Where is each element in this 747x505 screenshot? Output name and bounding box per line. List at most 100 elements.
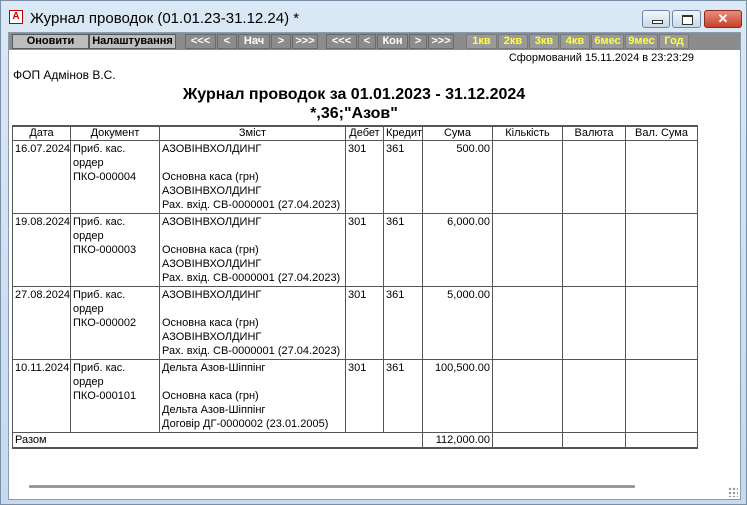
cell-date: 10.11.2024	[12, 359, 71, 433]
content-blank-line	[162, 156, 343, 170]
cell-content: Дельта Азов-Шіппінг Основна каса (грн) Д…	[159, 359, 346, 433]
period-q4-button[interactable]: 4кв	[560, 34, 590, 49]
table-row[interactable]: 19.08.2024 Приб. кас. ордер ПКО-000003 А…	[12, 213, 698, 287]
window-title: Журнал проводок (01.01.23-31.12.24) *	[30, 10, 300, 27]
minimize-button[interactable]	[642, 10, 670, 28]
settings-button[interactable]: Налаштування	[89, 34, 176, 49]
cell-date: 19.08.2024	[12, 213, 71, 287]
col-header-currency-amount[interactable]: Вал. Сума	[625, 125, 698, 141]
period-q2-button[interactable]: 2кв	[498, 34, 528, 49]
cell-document: Приб. кас. ордер ПКО-000101	[70, 359, 160, 433]
title-bar[interactable]: A Журнал проводок (01.01.23-31.12.24) * …	[1, 1, 746, 31]
nav2-next-button[interactable]: >	[409, 34, 427, 49]
cell-currency-amount	[625, 359, 698, 433]
cell-quantity	[492, 286, 563, 360]
nav2-end-button[interactable]: Кон	[377, 34, 408, 49]
period-year-button[interactable]: Год	[659, 34, 689, 49]
content-line: Основна каса (грн)	[162, 316, 259, 329]
nav-first-button[interactable]: <<<	[185, 34, 216, 49]
cell-currency	[562, 140, 626, 214]
cell-date: 27.08.2024	[12, 286, 71, 360]
doc-line: ордер	[73, 229, 104, 242]
table-row[interactable]: 10.11.2024 Приб. кас. ордер ПКО-000101 Д…	[12, 359, 698, 433]
cell-document: Приб. кас. ордер ПКО-000003	[70, 213, 160, 287]
app-icon[interactable]: A	[9, 10, 23, 24]
col-header-credit[interactable]: Кредит	[383, 125, 423, 141]
doc-line: Приб. кас.	[73, 215, 126, 228]
doc-line: ордер	[73, 156, 104, 169]
doc-line: Приб. кас.	[73, 142, 126, 155]
content-line: АЗОВІНВХОЛДИНГ	[162, 184, 262, 197]
period-9m-button[interactable]: 9мес	[625, 34, 658, 49]
refresh-button[interactable]: Оновити	[12, 34, 89, 49]
table-row[interactable]: 27.08.2024 Приб. кас. ордер ПКО-000002 А…	[12, 286, 698, 360]
close-icon: ✕	[717, 11, 729, 26]
col-header-date[interactable]: Дата	[12, 125, 71, 141]
horizontal-scrollbar[interactable]	[29, 485, 635, 488]
content-blank-line	[162, 229, 343, 243]
period-q1-button[interactable]: 1кв	[466, 34, 497, 49]
col-header-content[interactable]: Зміст	[159, 125, 346, 141]
cell-debit: 301	[345, 140, 384, 214]
toolbar: Оновити Налаштування <<< < Нач > >>> <<<…	[9, 33, 740, 50]
cell-content: АЗОВІНВХОЛДИНГ Основна каса (грн) АЗОВІН…	[159, 213, 346, 287]
nav-prev-button[interactable]: <	[217, 34, 237, 49]
col-header-amount[interactable]: Сума	[422, 125, 493, 141]
table-row[interactable]: 16.07.2024 Приб. кас. ордер ПКО-000004 А…	[12, 140, 698, 214]
content-line: Основна каса (грн)	[162, 170, 259, 183]
content-line: Рах. вхід. СВ-0000001 (27.04.2023)	[162, 198, 341, 211]
col-header-quantity[interactable]: Кількість	[492, 125, 563, 141]
col-header-document[interactable]: Документ	[70, 125, 160, 141]
content-line: Договір ДГ-0000002 (23.01.2005)	[162, 417, 329, 430]
resize-grip-icon[interactable]	[728, 487, 738, 497]
nav-last-button[interactable]: >>>	[292, 34, 318, 49]
total-row: Разом 112,000.00	[12, 431, 698, 449]
content-line: Дельта Азов-Шіппінг	[162, 361, 266, 374]
total-currency-amount	[625, 431, 698, 449]
cell-credit: 361	[383, 359, 423, 433]
cell-currency	[562, 286, 626, 360]
col-header-currency[interactable]: Валюта	[562, 125, 626, 141]
cell-amount: 6,000.00	[422, 213, 493, 287]
doc-line: ПКО-000002	[73, 316, 137, 329]
cell-quantity	[492, 359, 563, 433]
doc-line: ордер	[73, 375, 104, 388]
organization-name: ФОП Адмінов В.С.	[13, 68, 116, 82]
total-currency	[562, 431, 626, 449]
nav2-last-button[interactable]: >>>	[428, 34, 454, 49]
report-area: Оновити Налаштування <<< < Нач > >>> <<<…	[8, 32, 741, 500]
journal-table: Дата Документ Зміст Дебет Кредит Сума Кі…	[12, 125, 698, 449]
content-line: Рах. вхід. СВ-0000001 (27.04.2023)	[162, 271, 341, 284]
total-label: Разом	[12, 431, 423, 449]
doc-line: ПКО-000004	[73, 170, 137, 183]
content-line: АЗОВІНВХОЛДИНГ	[162, 257, 262, 270]
table-header-row: Дата Документ Зміст Дебет Кредит Сума Кі…	[12, 125, 698, 141]
period-6m-button[interactable]: 6мес	[591, 34, 624, 49]
nav2-first-button[interactable]: <<<	[326, 34, 357, 49]
cell-credit: 361	[383, 140, 423, 214]
maximize-button[interactable]	[672, 10, 701, 28]
content-blank-line	[162, 375, 343, 389]
nav-next-button[interactable]: >	[271, 34, 291, 49]
nav2-prev-button[interactable]: <	[358, 34, 376, 49]
cell-content: АЗОВІНВХОЛДИНГ Основна каса (грн) АЗОВІН…	[159, 286, 346, 360]
col-header-debit[interactable]: Дебет	[345, 125, 384, 141]
cell-document: Приб. кас. ордер ПКО-000002	[70, 286, 160, 360]
cell-amount: 500.00	[422, 140, 493, 214]
nav-start-button[interactable]: Нач	[238, 34, 270, 49]
cell-document: Приб. кас. ордер ПКО-000004	[70, 140, 160, 214]
doc-line: ПКО-000101	[73, 389, 137, 402]
cell-credit: 361	[383, 286, 423, 360]
content-line: АЗОВІНВХОЛДИНГ	[162, 330, 262, 343]
content-line: Дельта Азов-Шіппінг	[162, 403, 266, 416]
doc-line: ПКО-000003	[73, 243, 137, 256]
cell-currency	[562, 213, 626, 287]
cell-debit: 301	[345, 213, 384, 287]
period-q3-button[interactable]: 3кв	[529, 34, 559, 49]
close-button[interactable]: ✕	[704, 10, 742, 28]
content-line: Основна каса (грн)	[162, 243, 259, 256]
cell-currency-amount	[625, 286, 698, 360]
cell-currency-amount	[625, 213, 698, 287]
cell-debit: 301	[345, 359, 384, 433]
total-quantity	[492, 431, 563, 449]
